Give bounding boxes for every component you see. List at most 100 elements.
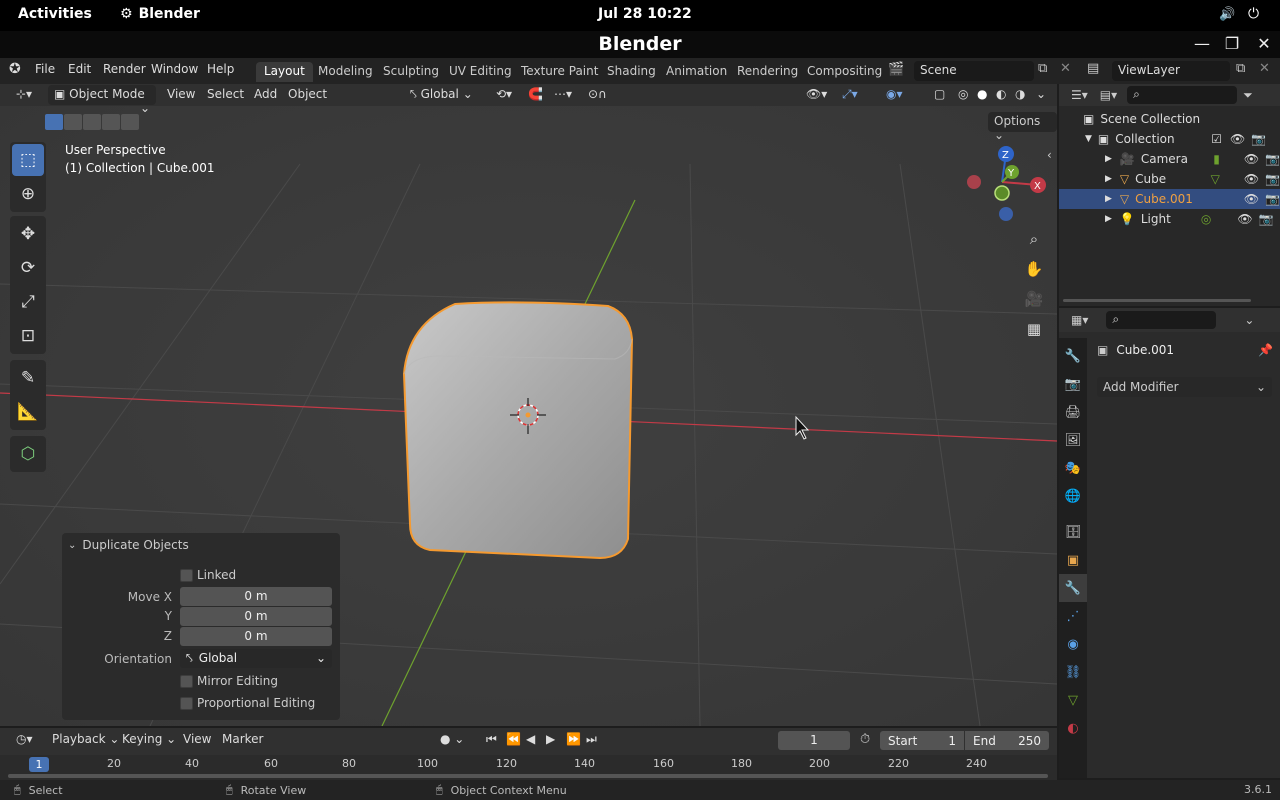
eye-icon[interactable]: 👁 xyxy=(1244,152,1259,166)
menu-file[interactable]: File xyxy=(35,62,55,76)
stopwatch-icon[interactable]: ⏱ xyxy=(860,732,870,747)
linked-checkbox[interactable] xyxy=(180,568,193,582)
outliner-item-cube[interactable]: ▶ ▽ Cube ▽ 👁 📷 xyxy=(1059,169,1280,189)
volume-icon[interactable]: 🔊 xyxy=(1219,7,1235,22)
tab-modeling[interactable]: Modeling xyxy=(310,62,381,82)
render-camera-icon[interactable]: 📷 xyxy=(1265,152,1280,166)
eye-icon[interactable]: 👁 xyxy=(1244,172,1259,186)
frame-indicator[interactable]: 1 xyxy=(29,757,49,772)
timeline-scrollbar[interactable] xyxy=(8,774,1048,778)
select-subtract-icon[interactable] xyxy=(83,114,101,130)
proportional-editing-row[interactable]: Proportional Editing xyxy=(180,696,315,710)
delete-viewlayer-icon[interactable]: ✕ xyxy=(1259,61,1270,76)
orientation-select[interactable]: ⤣ Global ⌄ xyxy=(180,649,332,668)
expand-arrow-icon[interactable]: ▼ xyxy=(1085,134,1092,144)
editor-type-icon[interactable]: ◷▾ xyxy=(10,730,39,750)
render-camera-icon[interactable]: 📷 xyxy=(1259,212,1274,226)
pin-icon[interactable]: 📌 xyxy=(1258,343,1273,357)
outliner-item-cube-001[interactable]: ▶ ▽ Cube.001 👁 📷 xyxy=(1059,189,1280,209)
render-camera-icon[interactable]: 📷 xyxy=(1251,132,1266,146)
tab-layout[interactable]: Layout xyxy=(256,62,313,82)
play-reverse-icon[interactable]: ◀ xyxy=(520,730,541,750)
menu-render[interactable]: Render xyxy=(103,62,146,76)
proportional-editing-checkbox[interactable] xyxy=(180,696,193,710)
clock[interactable]: Jul 28 10:22 xyxy=(598,6,692,22)
zoom-icon[interactable]: ⌕ xyxy=(1021,226,1047,252)
outliner-item-light[interactable]: ▶ 💡 Light ◎ 👁 📷 xyxy=(1059,209,1280,229)
tab-uv-editing[interactable]: UV Editing xyxy=(441,62,520,82)
material-tab-icon[interactable]: ◐ xyxy=(1059,714,1087,742)
keying-menu[interactable]: Keying ⌄ xyxy=(116,730,182,750)
menu-window[interactable]: Window xyxy=(151,62,198,76)
tab-sculpting[interactable]: Sculpting xyxy=(375,62,447,82)
visibility-icon[interactable]: 👁▾ xyxy=(800,85,833,105)
app-menu[interactable]: ⚙ Blender xyxy=(120,6,200,22)
scene-tab-icon[interactable]: 🎭 xyxy=(1059,454,1087,482)
overlay-toggle-icon[interactable]: ◉▾ xyxy=(880,85,909,105)
display-mode-icon[interactable]: ▤▾ xyxy=(1100,88,1117,102)
move-y-field[interactable]: 0 m xyxy=(180,607,332,626)
playback-menu[interactable]: Playback ⌄ xyxy=(46,730,125,750)
sidebar-toggle-icon[interactable]: ‹ xyxy=(1047,148,1052,162)
editor-type-icon[interactable]: ▦▾ xyxy=(1071,313,1088,327)
outliner-scrollbar[interactable] xyxy=(1063,299,1251,302)
move-tool-icon[interactable]: ✥ xyxy=(12,218,44,250)
snap-target-icon[interactable]: ⋯▾ xyxy=(548,85,578,105)
view-layer-tab-icon[interactable]: 🖼 xyxy=(1059,426,1087,454)
scene-collection-row[interactable]: ▣ Scene Collection xyxy=(1059,109,1280,129)
delete-scene-icon[interactable]: ✕ xyxy=(1060,61,1071,76)
close-button[interactable]: ✕ xyxy=(1253,34,1275,54)
tab-compositing[interactable]: Compositing xyxy=(799,62,890,82)
properties-search-input[interactable]: ⌕ xyxy=(1106,311,1217,329)
tool-tab-icon[interactable]: 🔧 xyxy=(1059,342,1087,370)
expand-arrow-icon[interactable]: ▶ xyxy=(1105,214,1112,224)
select-box-tool-icon[interactable]: ⬚ xyxy=(12,144,44,176)
render-camera-icon[interactable]: 📷 xyxy=(1265,172,1280,186)
move-z-field[interactable]: 0 m xyxy=(180,627,332,646)
select-new-icon[interactable] xyxy=(45,114,63,130)
cube-001-object[interactable] xyxy=(402,301,634,560)
expand-arrow-icon[interactable]: ▶ xyxy=(1105,174,1112,184)
mirror-editing-checkbox[interactable] xyxy=(180,674,193,688)
minimize-button[interactable]: — xyxy=(1191,34,1213,54)
scene-selector-icon[interactable]: 🎬 xyxy=(888,62,904,77)
xray-toggle-icon[interactable]: ▢ xyxy=(928,85,951,105)
mode-dropdown[interactable]: ▣ Object Mode ⌄ xyxy=(48,85,156,115)
rendered-shading-icon[interactable]: ◑ xyxy=(1009,85,1031,105)
marker-menu[interactable]: Marker xyxy=(216,730,269,750)
menu-add[interactable]: Add xyxy=(248,85,283,105)
menu-edit[interactable]: Edit xyxy=(68,62,91,76)
orientation-dropdown[interactable]: ⤣ Global ⌄ xyxy=(404,85,484,105)
cursor-tool-icon[interactable]: ⊕ xyxy=(12,178,44,210)
play-icon[interactable]: ▶ xyxy=(540,730,561,750)
add-modifier-dropdown[interactable]: Add Modifier ⌄ xyxy=(1097,377,1272,397)
collection-checkbox-icon[interactable]: ☑ xyxy=(1211,132,1222,146)
camera-view-icon[interactable]: 🎥 xyxy=(1021,286,1047,312)
measure-tool-icon[interactable]: 📐 xyxy=(12,396,44,428)
world-tab-icon[interactable]: 🌐 xyxy=(1059,482,1087,510)
editor-type-icon[interactable]: ⊹▾ xyxy=(10,85,38,105)
end-frame-field[interactable]: End 250 xyxy=(965,731,1049,750)
rotate-tool-icon[interactable]: ⟳ xyxy=(12,252,44,284)
record-icon[interactable]: ● ⌄ xyxy=(434,730,470,750)
modifier-tab-icon[interactable]: 🔧 xyxy=(1059,574,1087,602)
maximize-button[interactable]: ❐ xyxy=(1221,34,1243,54)
snap-icon[interactable]: 🧲 xyxy=(522,85,549,105)
power-icon[interactable]: ⏻ xyxy=(1248,6,1259,22)
menu-help[interactable]: Help xyxy=(207,62,234,76)
transform-tool-icon[interactable]: ⊡ xyxy=(12,320,44,352)
options-dropdown[interactable]: Options ⌄ xyxy=(988,112,1057,142)
physics-tab-icon[interactable]: ◉ xyxy=(1059,630,1087,658)
eye-icon[interactable]: 👁 xyxy=(1237,212,1252,226)
new-viewlayer-icon[interactable]: ⧉ xyxy=(1236,61,1245,76)
outliner-item-camera[interactable]: ▶ 🎥 Camera ▮ 👁 📷 xyxy=(1059,149,1280,169)
pivot-point-icon[interactable]: ⟲▾ xyxy=(490,85,518,105)
outliner-search-input[interactable]: ⌕ xyxy=(1127,86,1238,104)
chevron-down-icon[interactable]: ⌄ xyxy=(1244,313,1254,327)
activities-button[interactable]: Activities xyxy=(18,6,92,22)
menu-view[interactable]: View xyxy=(161,85,201,105)
expand-arrow-icon[interactable]: ▶ xyxy=(1105,194,1112,204)
collection-row[interactable]: ▼ ▣ Collection ☑ 👁 📷 xyxy=(1059,129,1280,149)
particles-tab-icon[interactable]: ⋰ xyxy=(1059,602,1087,630)
new-scene-icon[interactable]: ⧉ xyxy=(1038,61,1047,76)
